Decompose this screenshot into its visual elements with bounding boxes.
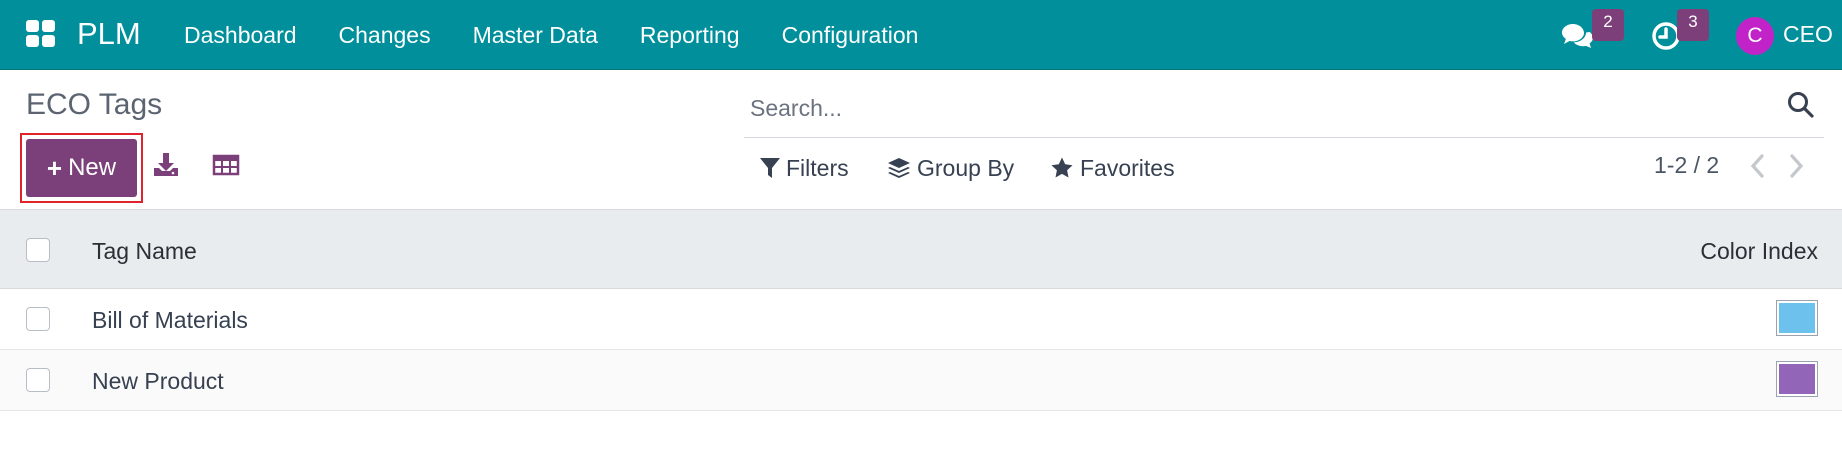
column-color-index[interactable]: Color Index: [1700, 238, 1818, 265]
row-tag-name[interactable]: Bill of Materials: [92, 307, 248, 334]
activities-badge: 3: [1677, 9, 1709, 41]
new-button[interactable]: + New: [26, 139, 137, 197]
apps-menu-icon[interactable]: [26, 20, 56, 48]
filter-icon: [760, 158, 780, 178]
row-tag-name[interactable]: New Product: [92, 368, 224, 395]
group-by-label: Group By: [917, 154, 1015, 181]
row-checkbox[interactable]: [26, 307, 50, 331]
pager-previous-icon[interactable]: [1746, 152, 1770, 180]
download-icon[interactable]: [151, 150, 181, 180]
main-menu: Dashboard Changes Master Data Reporting …: [184, 0, 960, 70]
table-header: Tag Name Color Index: [0, 209, 1842, 289]
menu-master-data[interactable]: Master Data: [473, 22, 598, 49]
color-index-swatch[interactable]: [1776, 300, 1818, 336]
color-swatch-fill: [1779, 364, 1815, 394]
color-index-swatch[interactable]: [1776, 361, 1818, 397]
menu-changes[interactable]: Changes: [339, 22, 431, 49]
pager-value[interactable]: 1-2 / 2: [1654, 152, 1719, 179]
spreadsheet-icon[interactable]: [211, 150, 241, 180]
page-title[interactable]: ECO Tags: [26, 88, 162, 122]
favorites-label: Favorites: [1080, 154, 1175, 181]
layers-icon: [888, 158, 910, 178]
select-all-checkbox[interactable]: [26, 238, 50, 262]
plus-icon: +: [46, 152, 63, 183]
column-tag-name[interactable]: Tag Name: [92, 238, 197, 265]
pager-next-icon[interactable]: [1784, 152, 1808, 180]
new-button-label: New: [68, 154, 117, 181]
table-row[interactable]: New Product: [0, 350, 1842, 411]
menu-reporting[interactable]: Reporting: [640, 22, 740, 49]
app-brand[interactable]: PLM: [77, 16, 141, 52]
color-swatch-fill: [1779, 303, 1815, 333]
filters-toggle[interactable]: Filters: [760, 150, 849, 186]
search-icon[interactable]: [1786, 90, 1816, 120]
filters-label: Filters: [786, 154, 849, 181]
search-input[interactable]: [750, 88, 1750, 128]
star-icon: [1051, 157, 1073, 178]
menu-dashboard[interactable]: Dashboard: [184, 22, 297, 49]
user-avatar[interactable]: C: [1736, 17, 1774, 55]
messages-badge: 2: [1592, 9, 1624, 41]
menu-configuration[interactable]: Configuration: [782, 22, 919, 49]
search-box: [744, 80, 1824, 138]
table-row[interactable]: Bill of Materials: [0, 289, 1842, 350]
group-by-toggle[interactable]: Group By: [887, 150, 1014, 186]
row-checkbox[interactable]: [26, 368, 50, 392]
user-name[interactable]: CEO: [1783, 21, 1833, 48]
top-navbar: PLM Dashboard Changes Master Data Report…: [0, 0, 1842, 70]
favorites-toggle[interactable]: Favorites: [1050, 150, 1175, 186]
messages-icon[interactable]: [1560, 20, 1594, 52]
